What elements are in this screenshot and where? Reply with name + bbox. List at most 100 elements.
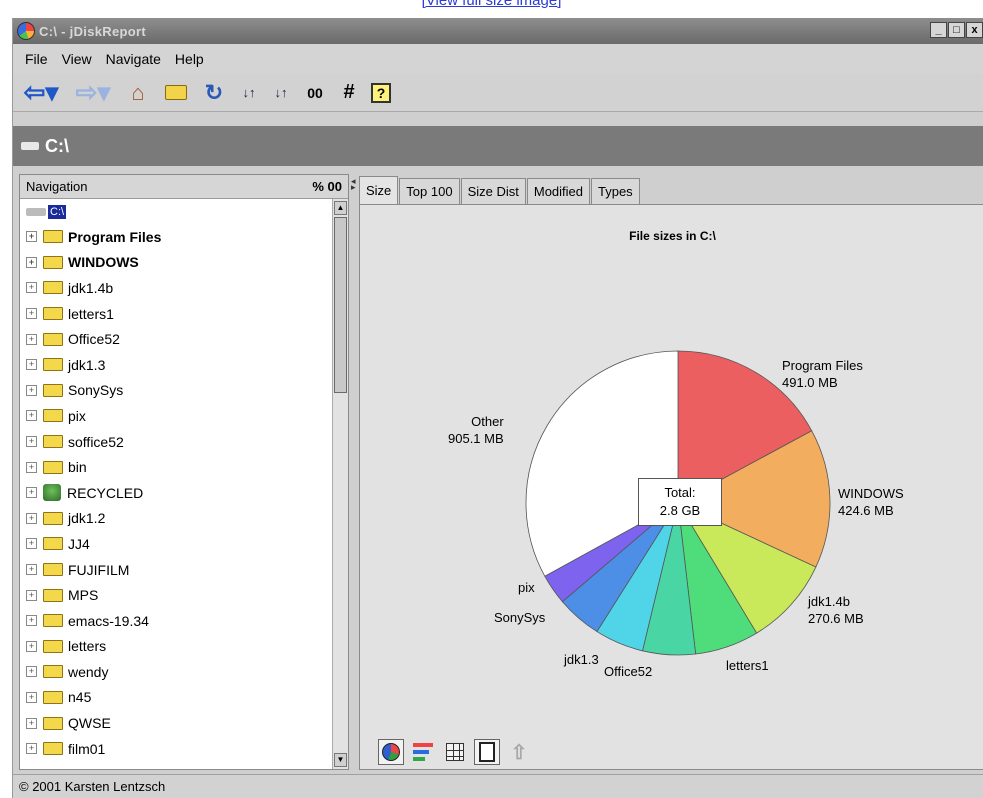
folder-tree: C:\ + Program Files + WINDOWS + jdk1.4b + lette… <box>20 199 334 769</box>
tab-types[interactable]: Types <box>591 178 640 204</box>
title-bar[interactable]: C:\ - jDiskReport _ □ x <box>13 18 983 44</box>
refresh-icon[interactable]: ↻ <box>199 79 229 107</box>
tree-item[interactable]: + film01 <box>20 736 334 762</box>
expand-icon[interactable]: + <box>26 538 37 550</box>
expand-icon[interactable]: + <box>26 282 37 294</box>
expand-icon[interactable]: + <box>26 691 37 703</box>
tree-item[interactable]: + n45 <box>20 685 334 711</box>
expand-icon[interactable]: + <box>26 256 37 268</box>
tree-item[interactable]: + JJ4 <box>20 531 334 557</box>
tab-modified[interactable]: Modified <box>526 178 590 204</box>
folder-icon <box>43 511 63 525</box>
scroll-down-arrow-icon[interactable]: ▼ <box>334 753 347 767</box>
back-icon[interactable]: ⇦▾ <box>19 77 63 107</box>
tab-size-dist[interactable]: Size Dist <box>460 178 526 204</box>
expand-icon[interactable]: + <box>26 564 37 576</box>
pie-chart-icon[interactable] <box>378 739 404 765</box>
bar-chart-icon[interactable] <box>410 739 436 765</box>
tree-item[interactable]: + wendy <box>20 659 334 685</box>
menu-help[interactable]: Help <box>175 51 204 67</box>
drive-icon <box>21 142 39 150</box>
navigation-title: Navigation <box>26 179 88 194</box>
pie-slice-label: jdk1.4b 270.6 MB <box>808 593 864 627</box>
window-controls: _ □ x <box>930 22 983 38</box>
minimize-button[interactable]: _ <box>930 22 947 38</box>
expand-icon[interactable]: + <box>26 384 37 396</box>
help-icon[interactable]: ? <box>369 79 393 107</box>
page-icon[interactable] <box>474 739 500 765</box>
folder-icon <box>43 409 63 423</box>
top-link[interactable]: [View full size image] <box>0 0 983 14</box>
expand-icon[interactable]: + <box>26 410 37 422</box>
tree-root-label: C:\ <box>48 204 67 219</box>
expand-icon[interactable]: + <box>26 589 37 601</box>
expand-icon[interactable]: + <box>26 333 37 345</box>
tree-item[interactable]: + jdk1.3 <box>20 352 334 378</box>
tree-item[interactable]: + Program Files <box>20 224 334 250</box>
menu-navigate[interactable]: Navigate <box>106 51 161 67</box>
menu-file[interactable]: File <box>25 51 48 67</box>
expand-icon[interactable]: + <box>26 487 37 499</box>
expand-icon[interactable]: + <box>26 615 37 627</box>
splitter-arrows-icon[interactable]: ◂ ▸ <box>351 177 356 192</box>
menu-view[interactable]: View <box>62 51 92 67</box>
drive-icon <box>26 207 46 216</box>
panel-splitter[interactable]: ◂ ▸ <box>351 174 359 770</box>
tree-item[interactable]: + bin <box>20 454 334 480</box>
pie-slice-name: jdk1.3 <box>564 652 599 667</box>
size-tab-panel: File sizes in C:\ Total: 2.8 GB ⇧ Progra… <box>359 204 983 770</box>
folder-icon[interactable] <box>161 79 191 107</box>
expand-icon[interactable]: + <box>26 308 37 320</box>
tree-item[interactable]: + FUJIFILM <box>20 557 334 583</box>
maximize-button[interactable]: □ <box>948 22 965 38</box>
navigation-mode-toggle[interactable]: % 00 <box>312 179 342 194</box>
folder-icon <box>43 460 63 474</box>
sort-descending-icon[interactable]: ↓↑ <box>269 79 293 107</box>
tree-root[interactable]: C:\ <box>20 199 334 224</box>
expand-icon[interactable]: + <box>26 717 37 729</box>
tree-item-label: soffice52 <box>68 433 124 450</box>
tree-item[interactable]: + soffice52 <box>20 429 334 455</box>
navigation-scrollbar[interactable]: ▲ ▼ <box>332 199 348 769</box>
tree-item[interactable]: + letters1 <box>20 301 334 327</box>
tree-item[interactable]: + jdk1.4b <box>20 275 334 301</box>
recycle-bin-icon <box>43 484 61 502</box>
forward-icon[interactable]: ⇨▾ <box>71 77 115 107</box>
expand-icon[interactable]: + <box>26 436 37 448</box>
expand-icon[interactable]: + <box>26 231 37 243</box>
view-full-size-link[interactable]: [View full size image] <box>422 0 562 9</box>
tree-item[interactable]: + letters <box>20 634 334 660</box>
scroll-up-arrow-icon[interactable]: ▲ <box>334 201 347 215</box>
help-glyph: ? <box>371 82 391 103</box>
tree-item[interactable]: + QWSE <box>20 710 334 736</box>
close-button[interactable]: x <box>966 22 983 38</box>
tree-item[interactable]: + RECYCLED <box>20 480 334 506</box>
expand-icon[interactable]: + <box>26 666 37 678</box>
tree-item[interactable]: + emacs-19.34 <box>20 608 334 634</box>
scroll-thumb[interactable] <box>334 217 347 393</box>
expand-icon[interactable]: + <box>26 743 37 755</box>
count-icon[interactable]: # <box>337 79 361 107</box>
tree-item[interactable]: + jdk1.2 <box>20 506 334 532</box>
view-icon[interactable]: 00 <box>301 79 329 107</box>
tab-size[interactable]: Size <box>359 176 399 204</box>
navigation-panel: Navigation % 00 C:\ + Program Files + WINDO… <box>19 174 349 770</box>
tree-item[interactable]: + SonySys <box>20 378 334 404</box>
up-icon[interactable]: ⇧ <box>506 739 532 765</box>
expand-icon[interactable]: + <box>26 640 37 652</box>
expand-icon[interactable]: + <box>26 359 37 371</box>
tree-item[interactable]: + pix <box>20 403 334 429</box>
tree-item[interactable]: + MPS <box>20 582 334 608</box>
sort-ascending-icon[interactable]: ↓↑ <box>237 79 261 107</box>
expand-icon[interactable]: + <box>26 461 37 473</box>
home-icon[interactable]: ⌂ <box>123 79 153 107</box>
toolbar: ⇦▾ ⇨▾ ⌂ ↻ ↓↑ ↓↑ 00 # ? <box>13 74 983 112</box>
app-window: C:\ - jDiskReport _ □ x File View Naviga… <box>12 18 983 798</box>
tree-item[interactable]: + WINDOWS <box>20 250 334 276</box>
tree-item-label: n45 <box>68 689 92 706</box>
pie-slice-label: letters1 <box>726 657 769 674</box>
tab-top-100[interactable]: Top 100 <box>399 178 460 204</box>
tree-item[interactable]: + Office52 <box>20 326 334 352</box>
table-icon[interactable] <box>442 739 468 765</box>
expand-icon[interactable]: + <box>26 512 37 524</box>
